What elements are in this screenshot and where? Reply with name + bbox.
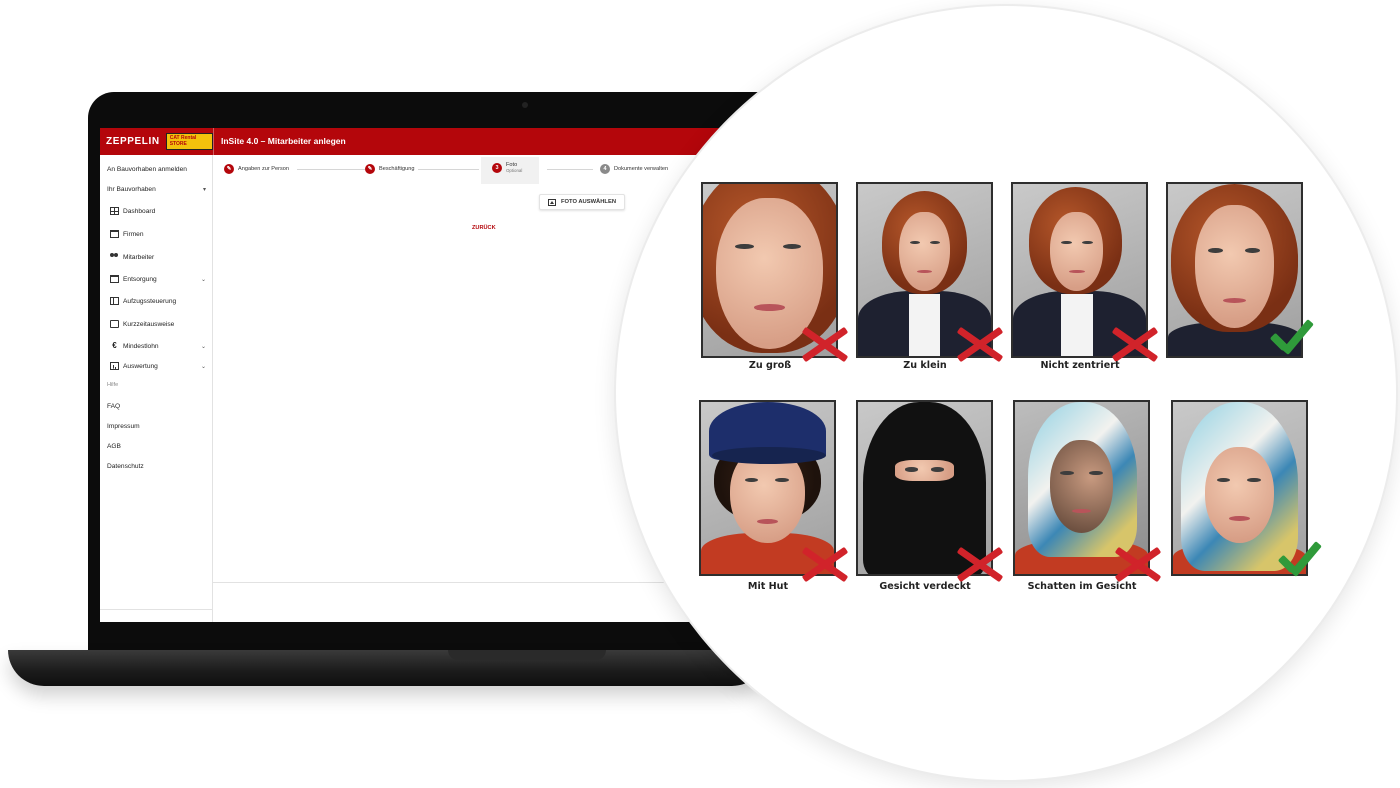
sidebar-link-faq[interactable]: FAQ xyxy=(100,398,213,414)
sidebar-item-aufzugssteuerung[interactable]: Aufzugssteuerung xyxy=(100,293,213,309)
accept-check-icon xyxy=(1274,540,1324,582)
sidebar-section-help: Hilfe xyxy=(107,382,119,388)
reject-x-icon xyxy=(1107,324,1161,364)
bin-icon xyxy=(110,275,119,283)
table-icon xyxy=(110,297,119,305)
step-label: Beschäftigung xyxy=(379,166,415,172)
step-label: Dokumente verwalten xyxy=(614,166,669,172)
chevron-down-icon: ⌄ xyxy=(200,276,206,283)
pencil-icon: ✎ xyxy=(365,164,375,174)
sidebar-item-label: Entsorgung xyxy=(123,275,157,283)
content-divider xyxy=(213,582,740,583)
caption-face-covered: Gesicht verdeckt xyxy=(879,581,971,592)
sidebar-item-label: Mindestlohn xyxy=(123,342,159,350)
sidebar-item-auswertung[interactable]: Auswertung ⌄ xyxy=(100,358,213,374)
step-person[interactable]: ✎ Angaben zur Person xyxy=(224,164,293,174)
step-number: 4 xyxy=(600,164,610,174)
sidebar-item-label: Dashboard xyxy=(123,207,156,215)
building-icon xyxy=(110,230,119,238)
select-photo-button[interactable]: FOTO AUSWÄHLEN xyxy=(539,194,625,210)
stepper: ✎ Angaben zur Person ✎ Beschäftigung 3 F… xyxy=(213,155,740,184)
caption-too-small: Zu klein xyxy=(903,360,947,371)
caption-not-centered: Nicht zentriert xyxy=(1040,360,1120,371)
step-sublabel: Optional xyxy=(506,168,523,173)
chevron-down-icon: ⌄ xyxy=(200,363,206,370)
pencil-icon: ✎ xyxy=(224,164,234,174)
sidebar-item-entsorgung[interactable]: Entsorgung ⌄ xyxy=(100,271,213,287)
reject-x-icon xyxy=(952,324,1006,364)
sidebar-item-label: Kurzzeitausweise xyxy=(123,320,175,328)
sidebar-item-kurzzeitausweise[interactable]: Kurzzeitausweise xyxy=(100,316,213,332)
dashboard-icon xyxy=(110,207,119,215)
people-icon xyxy=(110,253,119,261)
accept-check-icon xyxy=(1266,318,1316,360)
step-text: Foto Optional xyxy=(506,162,522,173)
chevron-down-icon: ⌄ xyxy=(200,343,206,350)
photo-guidelines-magnifier: Zu groß Zu klein Nicht zentriert Mit Hut… xyxy=(614,4,1398,782)
sidebar-item-label: An Bauvorhaben anmelden xyxy=(107,165,187,173)
cat-rental-badge: CAT Rental STORE xyxy=(165,133,213,150)
sidebar-item-mitarbeiter[interactable]: Mitarbeiter xyxy=(100,249,213,265)
reject-x-icon xyxy=(1110,544,1164,584)
step-label: Angaben zur Person xyxy=(238,166,289,172)
sidebar-item-register-project[interactable]: An Bauvorhaben anmelden xyxy=(100,161,213,177)
euro-icon: € xyxy=(112,341,117,350)
select-photo-label: FOTO AUSWÄHLEN xyxy=(560,199,617,205)
reject-x-icon xyxy=(797,324,851,364)
chevron-down-icon: ▾ xyxy=(202,186,206,193)
caption-too-large: Zu groß xyxy=(748,360,792,371)
brand-logo[interactable]: ZEPPELIN CAT Rental STORE xyxy=(100,128,213,155)
brand-name: ZEPPELIN xyxy=(106,136,160,147)
sidebar-item-label: Mitarbeiter xyxy=(123,253,155,261)
chart-icon xyxy=(110,362,119,370)
caption-with-hat: Mit Hut xyxy=(747,581,789,592)
step-connector xyxy=(547,169,593,170)
reject-x-icon xyxy=(797,544,851,584)
step-photo[interactable]: 3 Foto Optional xyxy=(492,162,522,173)
id-card-icon xyxy=(110,320,119,328)
laptop-base xyxy=(8,650,768,686)
app-header: ZEPPELIN CAT Rental STORE InSite 4.0 – M… xyxy=(100,128,740,155)
sidebar-link-impressum[interactable]: Impressum xyxy=(100,418,213,434)
sidebar-item-label: Ihr Bauvorhaben xyxy=(107,185,156,193)
sidebar-divider xyxy=(100,609,213,610)
step-number: 3 xyxy=(492,162,502,173)
step-connector xyxy=(431,169,479,170)
header-divider xyxy=(213,128,214,155)
sidebar-link-datenschutz[interactable]: Datenschutz xyxy=(100,458,213,474)
image-icon xyxy=(547,198,556,206)
laptop-notch xyxy=(448,650,606,660)
sidebar-item-firmen[interactable]: Firmen xyxy=(100,226,213,242)
page-title: InSite 4.0 – Mitarbeiter anlegen xyxy=(221,136,346,146)
sidebar-item-dashboard[interactable]: Dashboard xyxy=(100,203,213,219)
sidebar-item-label: Firmen xyxy=(123,230,144,238)
sidebar-item-mindestlohn[interactable]: € Mindestlohn ⌄ xyxy=(100,338,213,354)
sidebar-item-your-projects[interactable]: Ihr Bauvorhaben ▾ xyxy=(100,181,213,197)
camera-icon xyxy=(522,102,528,108)
step-employment[interactable]: ✎ Beschäftigung xyxy=(365,164,419,174)
back-button[interactable]: ZURÜCK xyxy=(472,225,496,231)
sidebar: An Bauvorhaben anmelden Ihr Bauvorhaben … xyxy=(100,155,213,622)
step-documents[interactable]: 4 Dokumente verwalten xyxy=(600,164,669,174)
sidebar-link-agb[interactable]: AGB xyxy=(100,438,213,454)
reject-x-icon xyxy=(952,544,1006,584)
caption-shadow-on-face: Schatten im Gesicht xyxy=(1027,581,1137,592)
sidebar-item-label: Aufzugssteuerung xyxy=(123,297,177,305)
sidebar-item-label: Auswertung xyxy=(123,362,158,370)
